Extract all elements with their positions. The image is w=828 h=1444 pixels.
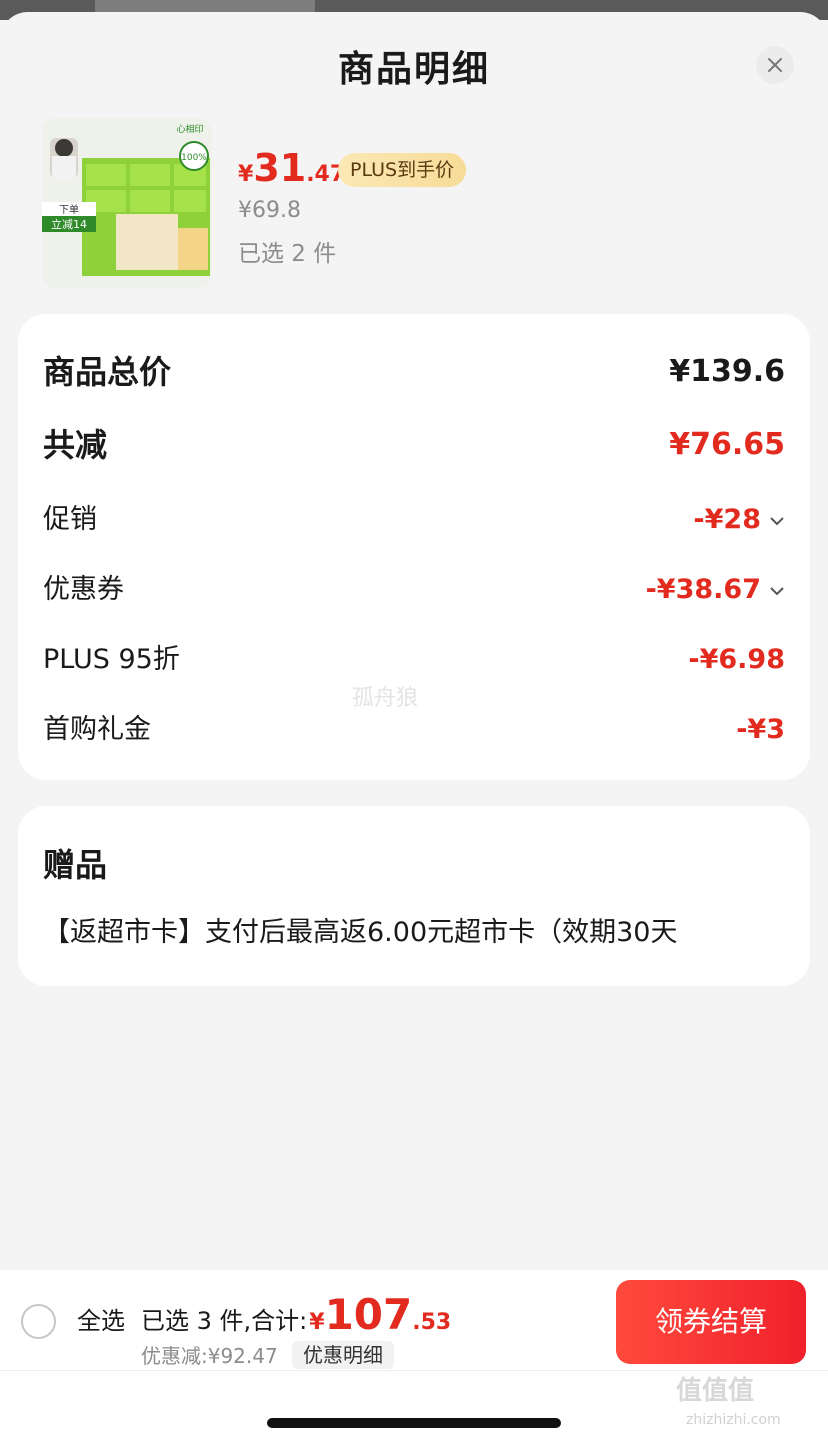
summary-text: 已选 3 件,合计: (141, 1307, 308, 1335)
coupon-value: -¥38.67 (645, 574, 761, 605)
product-price: ¥ 31 .47 (238, 146, 345, 190)
image-tag-top: 下单 (59, 204, 79, 216)
promo-value: -¥28 (693, 504, 761, 535)
gift-description: 【返超市卡】支付后最高返6.00元超市卡（效期30天 (43, 917, 678, 948)
total-row: 商品总价 ¥139.6 (43, 352, 785, 392)
close-button[interactable] (756, 46, 794, 84)
total-label: 商品总价 (43, 353, 172, 391)
home-indicator[interactable] (267, 1418, 561, 1428)
checkout-bar: 全选 已选 3 件,合计: ¥ 107 .53 优惠减:¥92.47 优惠明细 … (0, 1270, 828, 1444)
saved-amount: 优惠减:¥92.47 (141, 1344, 278, 1368)
detail-sheet: 商品明细 下单 立减14 100% 心相印 ¥ 31 .47 PLUS到手价 ¥… (0, 12, 828, 1444)
gift-title: 赠品 (43, 846, 108, 884)
checkout-button[interactable]: 领券结算 (616, 1280, 806, 1364)
first-purchase-value: -¥3 (736, 714, 785, 745)
total-decimal: .53 (412, 1310, 452, 1335)
product-image-art: 下单 立减14 100% 心相印 (42, 118, 212, 288)
coupon-row[interactable]: 优惠券 -¥38.67 (43, 570, 785, 610)
first-purchase-label: 首购礼金 (43, 714, 151, 745)
image-badge: 100% (181, 153, 207, 163)
watermark-text: 孤舟狼 (352, 686, 419, 711)
plus-discount-row: PLUS 95折 -¥6.98 (43, 640, 785, 680)
plus-discount-value: -¥6.98 (688, 644, 785, 675)
image-brand: 心相印 (176, 123, 203, 135)
chevron-down-icon[interactable] (769, 516, 785, 526)
corner-watermark-logo: 值值值 (676, 1376, 755, 1406)
reduction-label: 共减 (43, 426, 108, 464)
sheet-title: 商品明细 (337, 49, 490, 90)
product-image[interactable]: 下单 立减14 100% 心相印 (42, 118, 212, 288)
total-value: ¥139.6 (669, 354, 785, 389)
chevron-down-icon[interactable] (769, 586, 785, 596)
selected-count: 已选 2 件 (238, 241, 337, 267)
coupon-label: 优惠券 (43, 574, 124, 605)
select-all-label[interactable]: 全选 (77, 1304, 125, 1338)
close-icon (768, 58, 782, 72)
corner-watermark-url: zhizhizhi.com (686, 1412, 781, 1428)
image-tag-bottom: 立减14 (51, 217, 87, 231)
order-summary: 已选 3 件,合计: ¥ 107 .53 (141, 1290, 451, 1340)
price-integer: 31 (253, 146, 307, 190)
total-currency: ¥ (309, 1310, 325, 1335)
total-integer: 107 (324, 1290, 413, 1339)
first-purchase-row: 首购礼金 -¥3 (43, 710, 785, 750)
reduction-value: ¥76.65 (669, 427, 785, 462)
gift-card: 赠品 【返超市卡】支付后最高返6.00元超市卡（效期30天 (18, 806, 810, 986)
promo-label: 促销 (43, 504, 97, 535)
discount-detail-button[interactable]: 优惠明细 (292, 1341, 394, 1369)
promo-row[interactable]: 促销 -¥28 (43, 500, 785, 540)
select-all-radio[interactable] (21, 1304, 56, 1339)
plus-price-badge: PLUS到手价 (338, 153, 467, 187)
reduction-row: 共减 ¥76.65 (43, 425, 785, 465)
price-currency: ¥ (238, 162, 254, 187)
plus-discount-label: PLUS 95折 (43, 644, 180, 675)
original-price: ¥69.8 (238, 198, 301, 223)
